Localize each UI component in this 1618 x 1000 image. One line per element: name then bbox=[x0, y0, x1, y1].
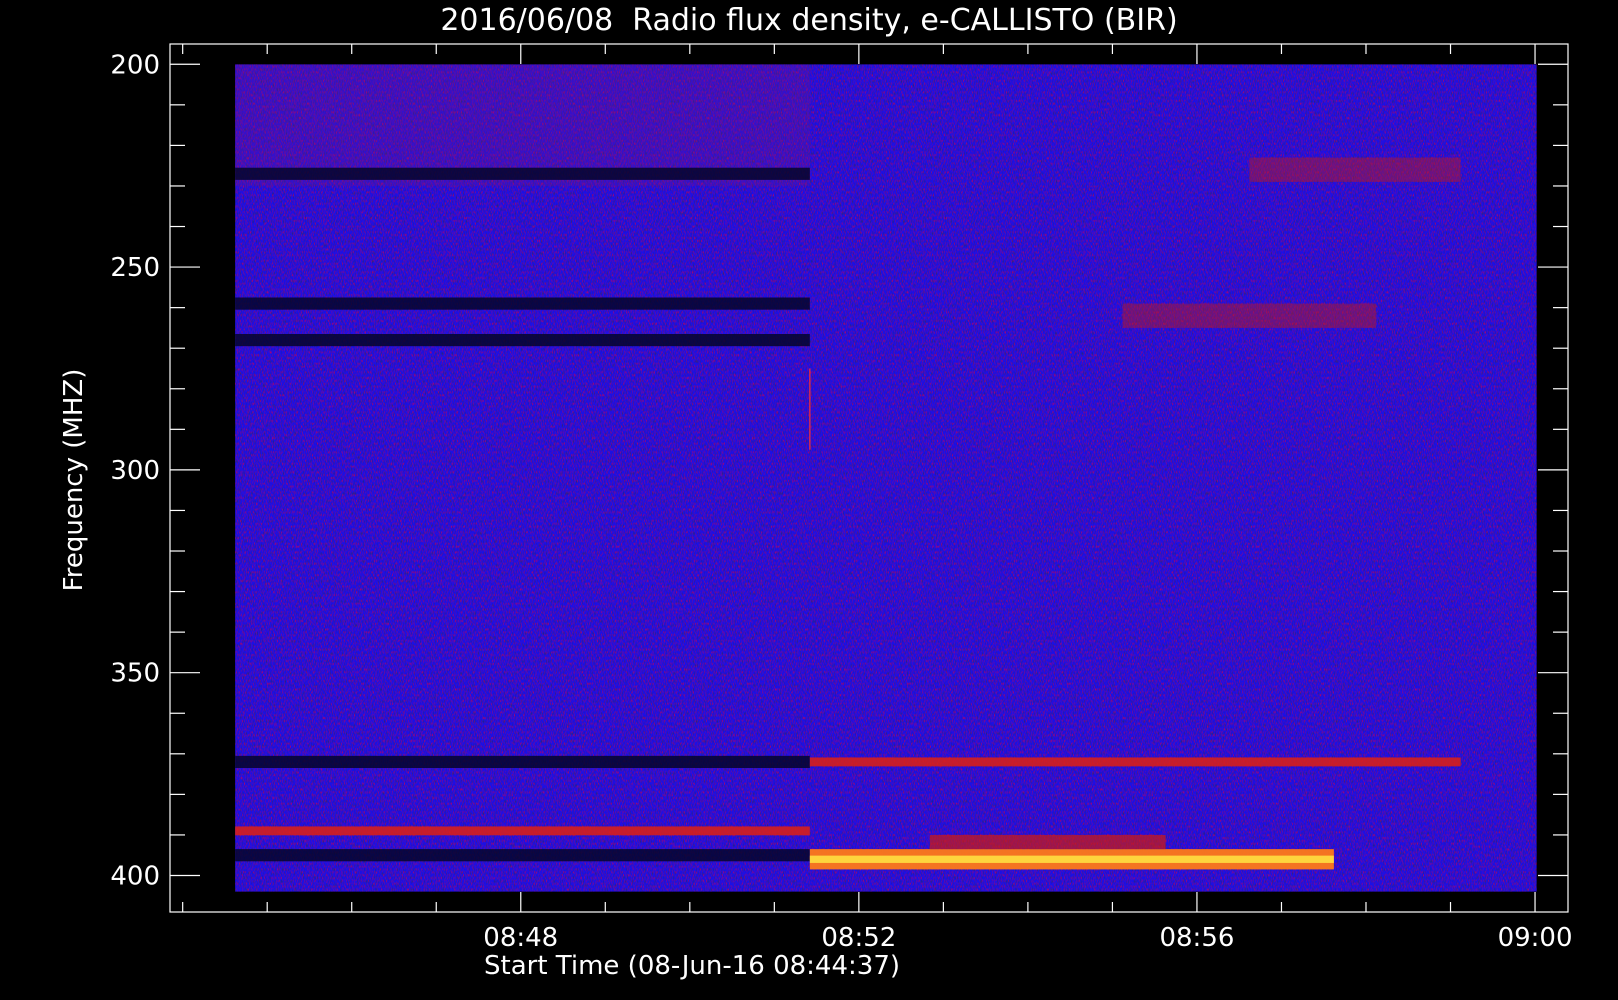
feature-red-patches-8 bbox=[1249, 157, 1461, 182]
x-axis-label: Start Time (08-Jun-16 08:44:37) bbox=[484, 951, 900, 981]
feature-red-band-4 bbox=[809, 757, 1461, 767]
x-tick-label: 08:48 bbox=[483, 923, 558, 953]
feature-red-band-5 bbox=[235, 826, 810, 836]
y-tick-label: 400 bbox=[110, 861, 160, 891]
feature-dark-band-0 bbox=[235, 167, 810, 180]
feature-red-patches-9 bbox=[1122, 303, 1377, 328]
feature-bright-core-7 bbox=[809, 855, 1334, 863]
feature-dark-band-1 bbox=[235, 297, 810, 310]
feature-dark-band-3 bbox=[235, 755, 810, 769]
spectrogram-svg: 2016/06/08 Radio flux density, e-CALLIST… bbox=[59, 3, 1573, 981]
chart-title: 2016/06/08 Radio flux density, e-CALLIST… bbox=[440, 3, 1177, 38]
y-tick-label: 200 bbox=[110, 50, 160, 80]
feature-dark-band-2 bbox=[235, 334, 810, 347]
y-tick-label: 350 bbox=[110, 659, 160, 689]
feature-dark-band-6 bbox=[235, 849, 810, 862]
y-tick-label: 300 bbox=[110, 456, 160, 486]
feature-bright-halo-7 bbox=[929, 834, 1166, 850]
heatmap-layer bbox=[235, 64, 1537, 892]
x-tick-label: 08:56 bbox=[1159, 923, 1234, 953]
x-tick-label: 09:00 bbox=[1498, 923, 1573, 953]
x-tick-label: 08:52 bbox=[821, 923, 896, 953]
y-tick-label: 250 bbox=[110, 253, 160, 283]
spectrogram-figure: 2016/06/08 Radio flux density, e-CALLIST… bbox=[0, 0, 1618, 1000]
y-axis-label: Frequency (MHZ) bbox=[59, 369, 89, 592]
